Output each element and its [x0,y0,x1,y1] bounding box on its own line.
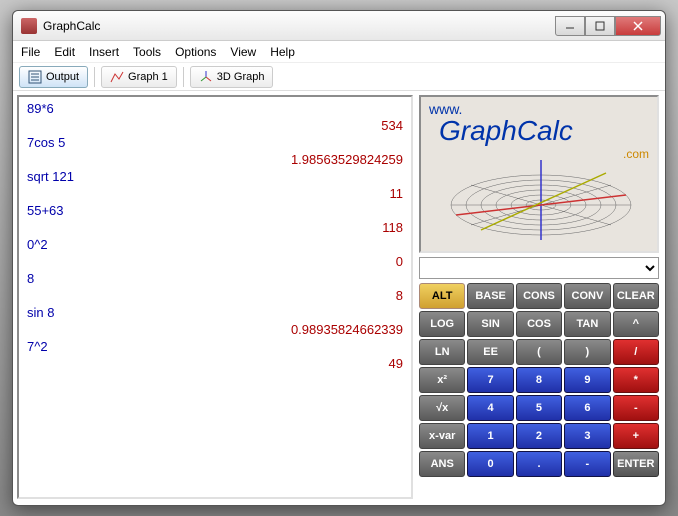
maximize-button[interactable] [585,16,615,36]
tab-separator [183,67,184,87]
key-[interactable]: + [613,423,659,449]
keypad: ALTBASECONSCONVCLEAR LOGSINCOSTAN^ LNEE()/… [419,283,659,477]
key-enter[interactable]: ENTER [613,451,659,477]
key-[interactable]: - [564,451,610,477]
output-result: 11 [27,186,403,201]
menu-options[interactable]: Options [175,45,216,59]
menu-file[interactable]: File [21,45,40,59]
key-5[interactable]: 5 [516,395,562,421]
key-ln[interactable]: LN [419,339,465,365]
key-tan[interactable]: TAN [564,311,610,337]
app-window: GraphCalc File Edit Insert Tools Options… [12,10,666,506]
expression-dropdown[interactable] [419,257,659,279]
output-result: 1.98563529824259 [27,152,403,167]
output-expression: 7cos 5 [27,135,403,150]
output-expression: sin 8 [27,305,403,320]
key-log[interactable]: LOG [419,311,465,337]
key-9[interactable]: 9 [564,367,610,393]
tab-output-label: Output [46,71,79,83]
output-result: 118 [27,220,403,235]
key-cons[interactable]: CONS [516,283,562,309]
output-result: 49 [27,356,403,371]
menu-edit[interactable]: Edit [54,45,75,59]
minimize-button[interactable] [555,16,585,36]
tabbar: Output Graph 1 3D Graph [13,63,665,91]
key-[interactable]: ( [516,339,562,365]
key-alt[interactable]: ALT [419,283,465,309]
window-controls [555,16,661,36]
tab-graph1[interactable]: Graph 1 [101,66,177,88]
key-xvar[interactable]: x-var [419,423,465,449]
key-cos[interactable]: COS [516,311,562,337]
key-[interactable]: ^ [613,311,659,337]
key-2[interactable]: 2 [516,423,562,449]
output-result: 534 [27,118,403,133]
output-tab-icon [28,70,42,84]
right-panel: www. GraphCalc .com [419,95,659,499]
key-x[interactable]: x² [419,367,465,393]
output-expression: 55+63 [27,203,403,218]
output-panel[interactable]: 89*6 534 7cos 5 1.98563529824259 sqrt 121 11 5… [17,95,413,499]
logo-panel: www. GraphCalc .com [419,95,659,253]
tab-3dgraph[interactable]: 3D Graph [190,66,274,88]
tab-output[interactable]: Output [19,66,88,88]
titlebar: GraphCalc [13,11,665,41]
output-result: 8 [27,288,403,303]
key-[interactable]: . [516,451,562,477]
content-area: 89*65347cos 51.98563529824259sqrt 121115… [13,91,665,505]
output-expression: 89*6 [27,101,403,116]
key-[interactable]: * [613,367,659,393]
app-title: GraphCalc [43,19,555,33]
menu-insert[interactable]: Insert [89,45,119,59]
tab-graph1-label: Graph 1 [128,71,168,83]
key-[interactable]: ) [564,339,610,365]
key-4[interactable]: 4 [467,395,513,421]
menu-tools[interactable]: Tools [133,45,161,59]
output-result: 0.98935824662339 [27,322,403,337]
tab-3dgraph-label: 3D Graph [217,71,265,83]
key-base[interactable]: BASE [467,283,513,309]
output-expression: 7^2 [27,339,403,354]
output-expression: sqrt 121 [27,169,403,184]
logo-name: GraphCalc [439,115,573,147]
key-x[interactable]: √x [419,395,465,421]
tab-separator [94,67,95,87]
output-result: 0 [27,254,403,269]
key-conv[interactable]: CONV [564,283,610,309]
menubar: File Edit Insert Tools Options View Help [13,41,665,63]
close-button[interactable] [615,16,661,36]
menu-view[interactable]: View [230,45,256,59]
key-0[interactable]: 0 [467,451,513,477]
key-sin[interactable]: SIN [467,311,513,337]
key-clear[interactable]: CLEAR [613,283,659,309]
key-7[interactable]: 7 [467,367,513,393]
key-3[interactable]: 3 [564,423,610,449]
key-8[interactable]: 8 [516,367,562,393]
key-[interactable]: - [613,395,659,421]
menu-help[interactable]: Help [270,45,295,59]
key-1[interactable]: 1 [467,423,513,449]
mesh-graphic-icon [441,155,641,245]
3d-graph-tab-icon [199,70,213,84]
key-[interactable]: / [613,339,659,365]
key-6[interactable]: 6 [564,395,610,421]
graph-tab-icon [110,70,124,84]
output-expression: 0^2 [27,237,403,252]
output-expression: 8 [27,271,403,286]
key-ans[interactable]: ANS [419,451,465,477]
key-ee[interactable]: EE [467,339,513,365]
app-icon [21,18,37,34]
